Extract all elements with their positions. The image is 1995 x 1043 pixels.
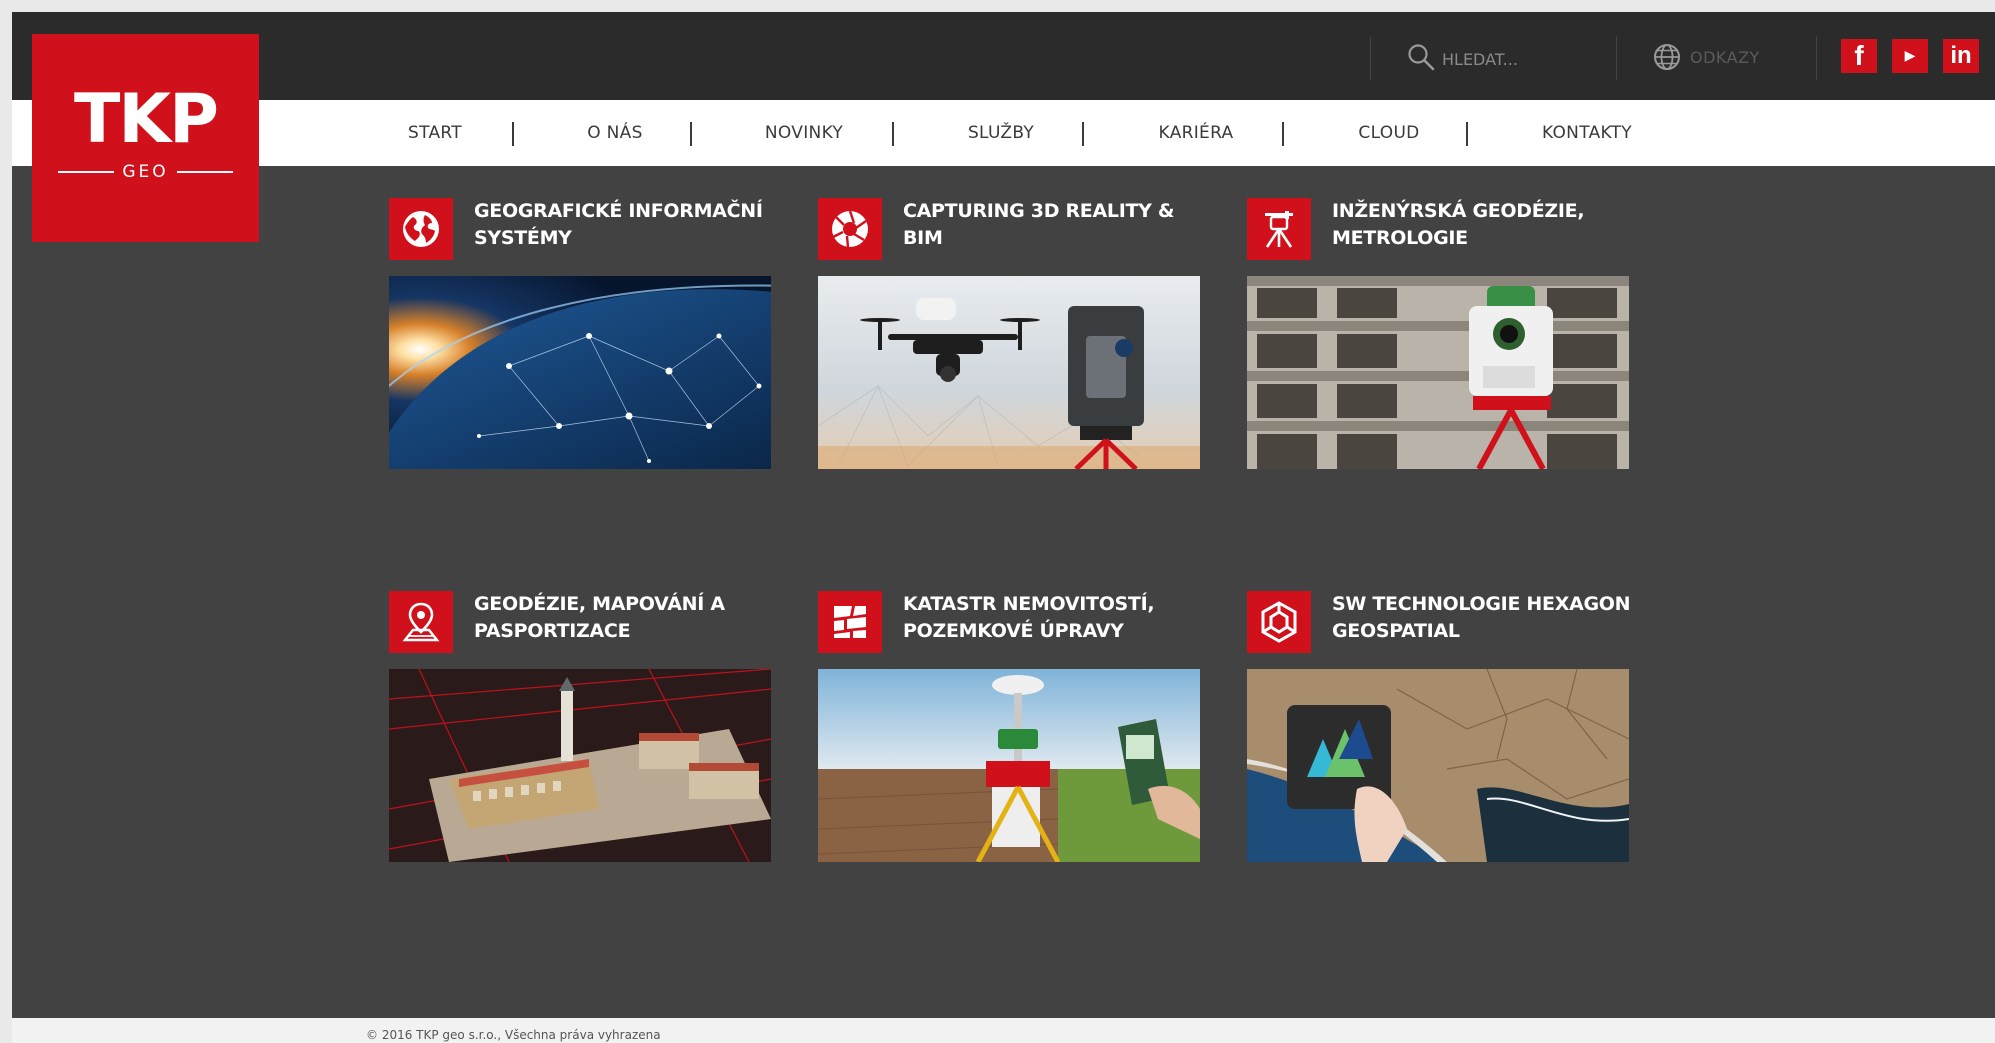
earth-network-image xyxy=(389,276,771,469)
globe-icon[interactable] xyxy=(1652,42,1682,72)
copyright-text: © 2016 TKP geo s.r.o., Všechna práva vyh… xyxy=(366,1028,661,1042)
gnss-receiver-field-image xyxy=(818,669,1200,862)
tile-title[interactable]: GEODÉZIE, MAPOVÁNÍ A PASPORTIZACE xyxy=(474,591,774,645)
divider xyxy=(1616,36,1617,80)
globe-icon xyxy=(389,198,453,260)
tile-title[interactable]: CAPTURING 3D REALITY & BIM xyxy=(903,198,1203,252)
nav-item-o-nas[interactable]: O NÁS xyxy=(552,100,678,166)
nav-item-kontakty[interactable]: KONTAKTY xyxy=(1512,100,1662,166)
nav-item-start[interactable]: START xyxy=(382,100,488,166)
divider xyxy=(1370,36,1371,80)
footer: © 2016 TKP geo s.r.o., Všechna práva vyh… xyxy=(12,1018,1995,1043)
top-bar: ODKAZY f ▶ in xyxy=(12,12,1995,100)
logo-subtitle: GEO xyxy=(58,162,234,182)
hexagon-tablet-image xyxy=(1247,669,1629,862)
drone-laser-scanner-image xyxy=(818,276,1200,469)
nav-divider xyxy=(1082,122,1084,146)
tile-title[interactable]: SW TECHNOLOGIE HEXAGON GEOSPATIAL xyxy=(1332,591,1632,645)
facebook-icon[interactable]: f xyxy=(1841,39,1877,73)
map-pin-icon xyxy=(389,591,453,653)
nav-item-cloud[interactable]: CLOUD xyxy=(1326,100,1452,166)
nav-item-sluzby[interactable]: SLUŽBY xyxy=(936,100,1066,166)
nav-divider xyxy=(1282,122,1284,146)
search-icon[interactable] xyxy=(1406,42,1436,72)
youtube-icon[interactable]: ▶ xyxy=(1892,39,1928,73)
nav-divider xyxy=(1466,122,1468,146)
total-station-building-image xyxy=(1247,276,1629,469)
linkedin-icon[interactable]: in xyxy=(1943,39,1979,73)
parcel-map-icon xyxy=(818,591,882,653)
main-nav: START O NÁS NOVINKY SLUŽBY KARIÉRA CLOUD… xyxy=(12,100,1995,166)
nav-divider xyxy=(512,122,514,146)
camera-aperture-icon xyxy=(818,198,882,260)
tile-title[interactable]: INŽENÝRSKÁ GEODÉZIE, METROLOGIE xyxy=(1332,198,1632,252)
nav-divider xyxy=(690,122,692,146)
total-station-icon xyxy=(1247,198,1311,260)
tkp-geo-logo[interactable]: TKP GEO xyxy=(32,34,259,242)
town-square-aerial-image xyxy=(389,669,771,862)
page: ODKAZY f ▶ in START O NÁS NOVINKY SLUŽBY… xyxy=(12,12,1995,1043)
links-dropdown[interactable]: ODKAZY xyxy=(1690,48,1760,67)
logo-text: TKP xyxy=(74,80,219,159)
tile-title[interactable]: GEOGRAFICKÉ INFORMAČNÍ SYSTÉMY xyxy=(474,198,774,252)
hexagon-logo-icon xyxy=(1247,591,1311,653)
tile-title[interactable]: KATASTR NEMOVITOSTÍ, POZEMKOVÉ ÚPRAVY xyxy=(903,591,1203,645)
divider xyxy=(1816,36,1817,80)
nav-item-kariera[interactable]: KARIÉRA xyxy=(1126,100,1266,166)
nav-divider xyxy=(892,122,894,146)
nav-item-novinky[interactable]: NOVINKY xyxy=(734,100,874,166)
search-input[interactable] xyxy=(1442,48,1592,70)
